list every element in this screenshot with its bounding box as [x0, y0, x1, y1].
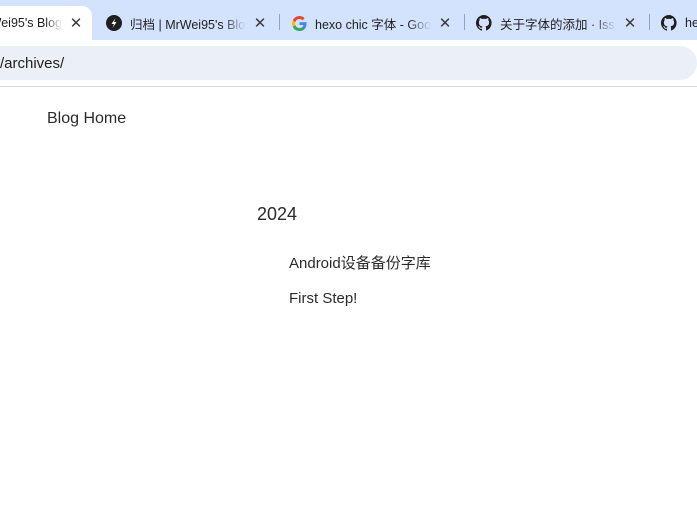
close-icon[interactable]: ✕	[437, 15, 453, 32]
google-icon	[291, 15, 307, 31]
close-icon[interactable]: ✕	[68, 15, 84, 32]
github-icon	[661, 15, 677, 31]
tab-google-search[interactable]: hexo chic 字体 - Google 搜索 ✕	[283, 6, 461, 40]
toolbar-divider	[0, 86, 697, 87]
archive-year-heading: 2024	[257, 204, 298, 224]
tab-title: 归档 | MrWei95's Blog	[130, 17, 246, 32]
tab-archive[interactable]: 归档 | MrWei95's Blog ✕	[98, 6, 276, 40]
site-favicon-icon	[106, 15, 122, 31]
tab-title: hexo	[685, 16, 697, 30]
close-icon[interactable]: ✕	[622, 15, 638, 32]
close-icon[interactable]: ✕	[252, 15, 268, 32]
blog-home-link[interactable]: Blog Home	[47, 110, 126, 128]
address-url: /archives/	[0, 54, 65, 72]
tab-separator	[279, 14, 280, 30]
github-icon	[476, 15, 492, 31]
tab-title: hexo chic 字体 - Google 搜索	[315, 17, 431, 32]
tab-title: MrWei95's Blog	[0, 16, 62, 30]
tab-github-hexo[interactable]: hexo	[653, 6, 697, 40]
address-bar[interactable]: /archives/	[0, 46, 697, 80]
archive-post-link[interactable]: First Step!	[289, 290, 357, 307]
tab-title: 关于字体的添加 · Issue	[500, 17, 616, 32]
tab-blog[interactable]: MrWei95's Blog ✕	[0, 6, 92, 40]
browser-toolbar: /archives/	[0, 40, 697, 86]
tab-separator	[464, 14, 465, 30]
tab-separator	[649, 14, 650, 30]
archive-post-link[interactable]: Android设备备份字库	[289, 252, 431, 273]
tab-strip: MrWei95's Blog ✕ 归档 | MrWei95's Blog ✕ h…	[0, 0, 697, 40]
tab-github-issue[interactable]: 关于字体的添加 · Issue ✕	[468, 6, 646, 40]
